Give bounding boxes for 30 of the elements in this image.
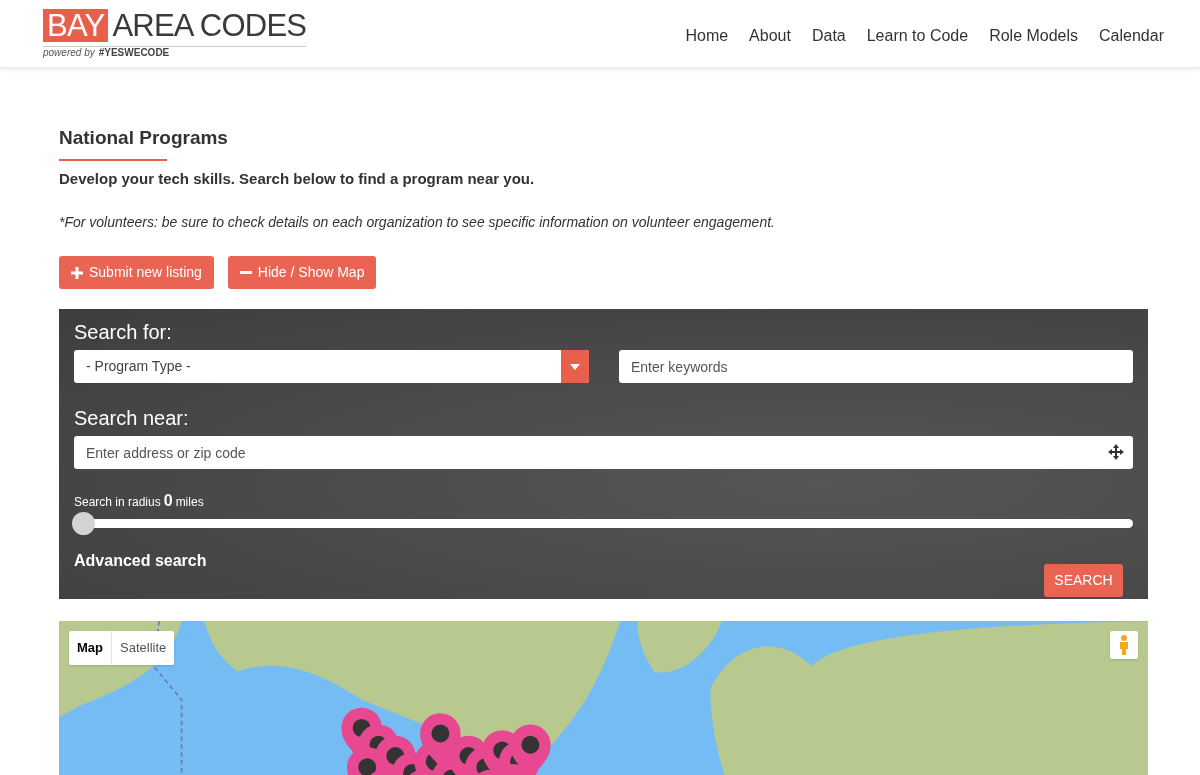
nav-link[interactable]: Learn to Code bbox=[866, 23, 969, 48]
map[interactable]: Map Satellite bbox=[59, 621, 1148, 775]
logo[interactable]: BAY AREA CODES powered by #YESWECODE bbox=[43, 9, 307, 58]
map-type-tab[interactable]: Map bbox=[69, 631, 111, 665]
address-field[interactable]: Enter address or zip code bbox=[74, 436, 1133, 469]
caret-icon bbox=[570, 363, 580, 370]
nav-link[interactable]: Home bbox=[685, 23, 729, 48]
logo-text: AREA CODES bbox=[112, 10, 307, 41]
tagline-tag: #YESWECODE bbox=[98, 48, 170, 58]
page-title: National Programs bbox=[59, 126, 228, 150]
program-type-select[interactable]: - Program Type - bbox=[74, 350, 589, 383]
page-subtitle: Develop your tech skills. Search below to find a program near you. bbox=[59, 168, 536, 189]
person-icon bbox=[1119, 635, 1129, 655]
logo-highlight: BAY bbox=[43, 9, 109, 42]
advanced-search-link[interactable]: Advanced search bbox=[74, 549, 207, 573]
keywords-field[interactable]: Enter keywords bbox=[619, 350, 1133, 383]
map-type-tab[interactable]: Satellite bbox=[111, 631, 175, 665]
plus-icon bbox=[71, 266, 83, 279]
search-near-label: Search near: bbox=[74, 406, 190, 431]
nav-link[interactable]: Calendar bbox=[1099, 23, 1164, 48]
volunteer-note: *For volunteers: be sure to check details on each organization to see specific information on volunteer engagement. bbox=[59, 213, 776, 232]
nav-link[interactable]: Data bbox=[811, 23, 846, 48]
locate-icon[interactable] bbox=[1108, 444, 1124, 460]
search-for-label: Search for: bbox=[74, 320, 173, 345]
slider-thumb[interactable] bbox=[72, 512, 95, 535]
radius-label: Search in radius 0 miles bbox=[74, 491, 205, 511]
minus-icon bbox=[239, 270, 252, 275]
tagline-prefix: powered by bbox=[43, 48, 95, 58]
nav-link[interactable]: Role Models bbox=[989, 23, 1079, 48]
nav-link[interactable]: About bbox=[749, 23, 791, 48]
